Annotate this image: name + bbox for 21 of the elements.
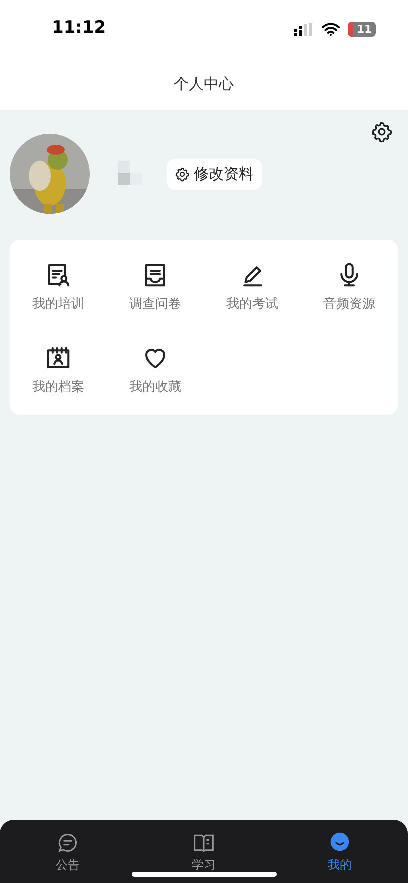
settings-icon[interactable] xyxy=(371,121,393,143)
page-title: 个人中心 xyxy=(174,74,234,95)
battery-icon: 11 xyxy=(348,22,376,36)
tab[interactable]: 我的 xyxy=(272,832,408,876)
signal-icon xyxy=(294,22,314,36)
calendar-person-icon xyxy=(45,344,72,372)
menu-item[interactable]: 我的收藏 xyxy=(107,344,204,397)
menu-item[interactable]: 我的考试 xyxy=(204,262,301,314)
smiley-icon xyxy=(329,832,351,854)
menu-item[interactable]: 调查问卷 xyxy=(107,262,204,314)
menu-item[interactable]: 我的培训 xyxy=(10,262,107,314)
menu-item[interactable]: 音频资源 xyxy=(301,262,398,314)
message-icon xyxy=(57,832,79,854)
clock-time: 11:12 xyxy=(52,17,106,40)
menu-item[interactable]: 我的档案 xyxy=(10,344,107,397)
tab[interactable]: 公告 xyxy=(0,832,136,876)
wifi-icon xyxy=(322,22,340,36)
edit-profile-button[interactable]: 修改资料 xyxy=(167,158,262,190)
tab[interactable]: 学习 xyxy=(136,832,272,876)
book-icon xyxy=(193,832,215,854)
settings-icon xyxy=(175,166,190,182)
